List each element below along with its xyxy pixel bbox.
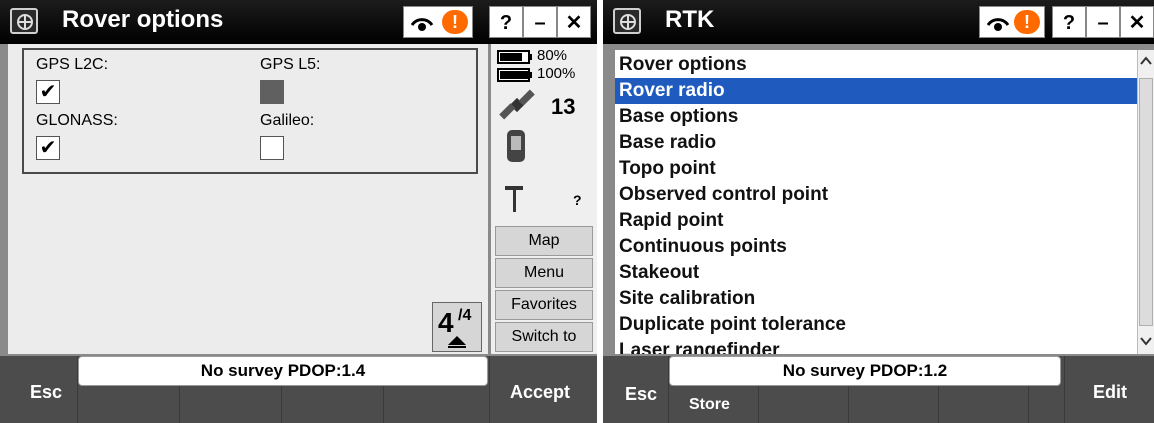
list-item-topo-point[interactable]: Topo point [615, 156, 1137, 182]
rtk-screen: RTK ! ? – ✕ Rover options Rover radio Ba… [603, 0, 1154, 423]
gps-l2c-checkbox[interactable]: ✔ [36, 80, 60, 104]
list-item-rover-options[interactable]: Rover options [615, 52, 1137, 78]
alert-icon[interactable]: ! [1014, 10, 1040, 34]
galileo-label: Galileo: [260, 112, 315, 129]
rover-options-screen: Rover options ! ? – ✕ GPS L2C: ✔ GPS L5:… [0, 0, 597, 423]
status-bar: No survey PDOP:1.2 [669, 356, 1061, 386]
wifi-icon [986, 18, 1010, 31]
up-arrow-icon [448, 336, 466, 348]
form-area: GPS L2C: ✔ GPS L5: GLONASS: ✔ Galileo: 4… [8, 44, 488, 354]
accept-softkey[interactable]: Accept [510, 382, 570, 403]
title-bar: RTK ! ? – ✕ [603, 0, 1154, 44]
glonass-checkbox[interactable]: ✔ [36, 136, 60, 160]
menu-button[interactable]: Menu [495, 258, 593, 288]
help-button[interactable]: ? [489, 6, 523, 38]
scroll-down-icon[interactable] [1140, 336, 1152, 346]
switch-to-button[interactable]: Switch to [495, 322, 593, 352]
battery-1-level: 80% [537, 47, 568, 64]
status-indicators[interactable]: ! [403, 6, 473, 38]
status-bar: No survey PDOP:1.4 [78, 356, 488, 386]
battery-icon [497, 68, 532, 82]
battery-2-level: 100% [537, 65, 576, 82]
signal-options-group: GPS L2C: ✔ GPS L5: GLONASS: ✔ Galileo: [22, 48, 478, 174]
scroll-thumb[interactable] [1139, 78, 1153, 326]
battery-icon [497, 50, 532, 64]
list-item-laser-rangefinder[interactable]: Laser rangefinder [615, 338, 1137, 354]
page-indicator[interactable]: 4 /4 [432, 302, 482, 352]
minimize-button[interactable]: – [1086, 6, 1120, 38]
esc-softkey[interactable]: Esc [30, 382, 62, 403]
list-item-rapid-point[interactable]: Rapid point [615, 208, 1137, 234]
gps-l5-label: GPS L5: [260, 56, 321, 73]
map-button[interactable]: Map [495, 226, 593, 256]
close-button[interactable]: ✕ [557, 6, 591, 38]
window-title: Rover options [62, 6, 224, 33]
rod-icon [505, 186, 523, 212]
gps-l5-checkbox [260, 80, 284, 104]
alert-icon[interactable]: ! [442, 10, 468, 34]
store-softkey[interactable]: Store [689, 396, 730, 414]
edit-softkey[interactable]: Edit [1093, 382, 1127, 403]
list-item-duplicate-point-tolerance[interactable]: Duplicate point tolerance [615, 312, 1137, 338]
minimize-button[interactable]: – [523, 6, 557, 38]
satellite-count: 13 [551, 94, 576, 119]
close-button[interactable]: ✕ [1120, 6, 1154, 38]
list-item-site-calibration[interactable]: Site calibration [615, 286, 1137, 312]
gps-l2c-label: GPS L2C: [36, 56, 109, 73]
window-title: RTK [665, 6, 715, 33]
page-total: /4 [458, 307, 472, 324]
trimble-logo-icon[interactable] [613, 8, 641, 34]
help-button[interactable]: ? [1052, 6, 1086, 38]
rtk-options-list: Rover options Rover radio Base options B… [615, 50, 1137, 354]
list-item-base-options[interactable]: Base options [615, 104, 1137, 130]
list-item-rover-radio[interactable]: Rover radio [615, 78, 1137, 104]
galileo-checkbox[interactable] [260, 136, 284, 160]
list-item-base-radio[interactable]: Base radio [615, 130, 1137, 156]
list-scrollbar[interactable] [1137, 50, 1154, 354]
title-bar: Rover options ! ? – ✕ [0, 0, 597, 44]
wifi-icon [410, 18, 434, 31]
list-item-continuous-points[interactable]: Continuous points [615, 234, 1137, 260]
esc-softkey[interactable]: Esc [625, 384, 657, 405]
scroll-up-icon[interactable] [1140, 56, 1152, 66]
receiver-icon [507, 130, 525, 162]
list-item-stakeout[interactable]: Stakeout [615, 260, 1137, 286]
status-side-panel: 80% 100% 13 ? Map Menu Favorites Switch … [491, 44, 597, 354]
rod-status: ? [573, 192, 582, 208]
list-item-observed-control-point[interactable]: Observed control point [615, 182, 1137, 208]
satellite-icon [499, 89, 535, 120]
favorites-button[interactable]: Favorites [495, 290, 593, 320]
glonass-label: GLONASS: [36, 112, 118, 129]
status-indicators[interactable]: ! [979, 6, 1045, 38]
trimble-logo-icon[interactable] [10, 8, 38, 34]
